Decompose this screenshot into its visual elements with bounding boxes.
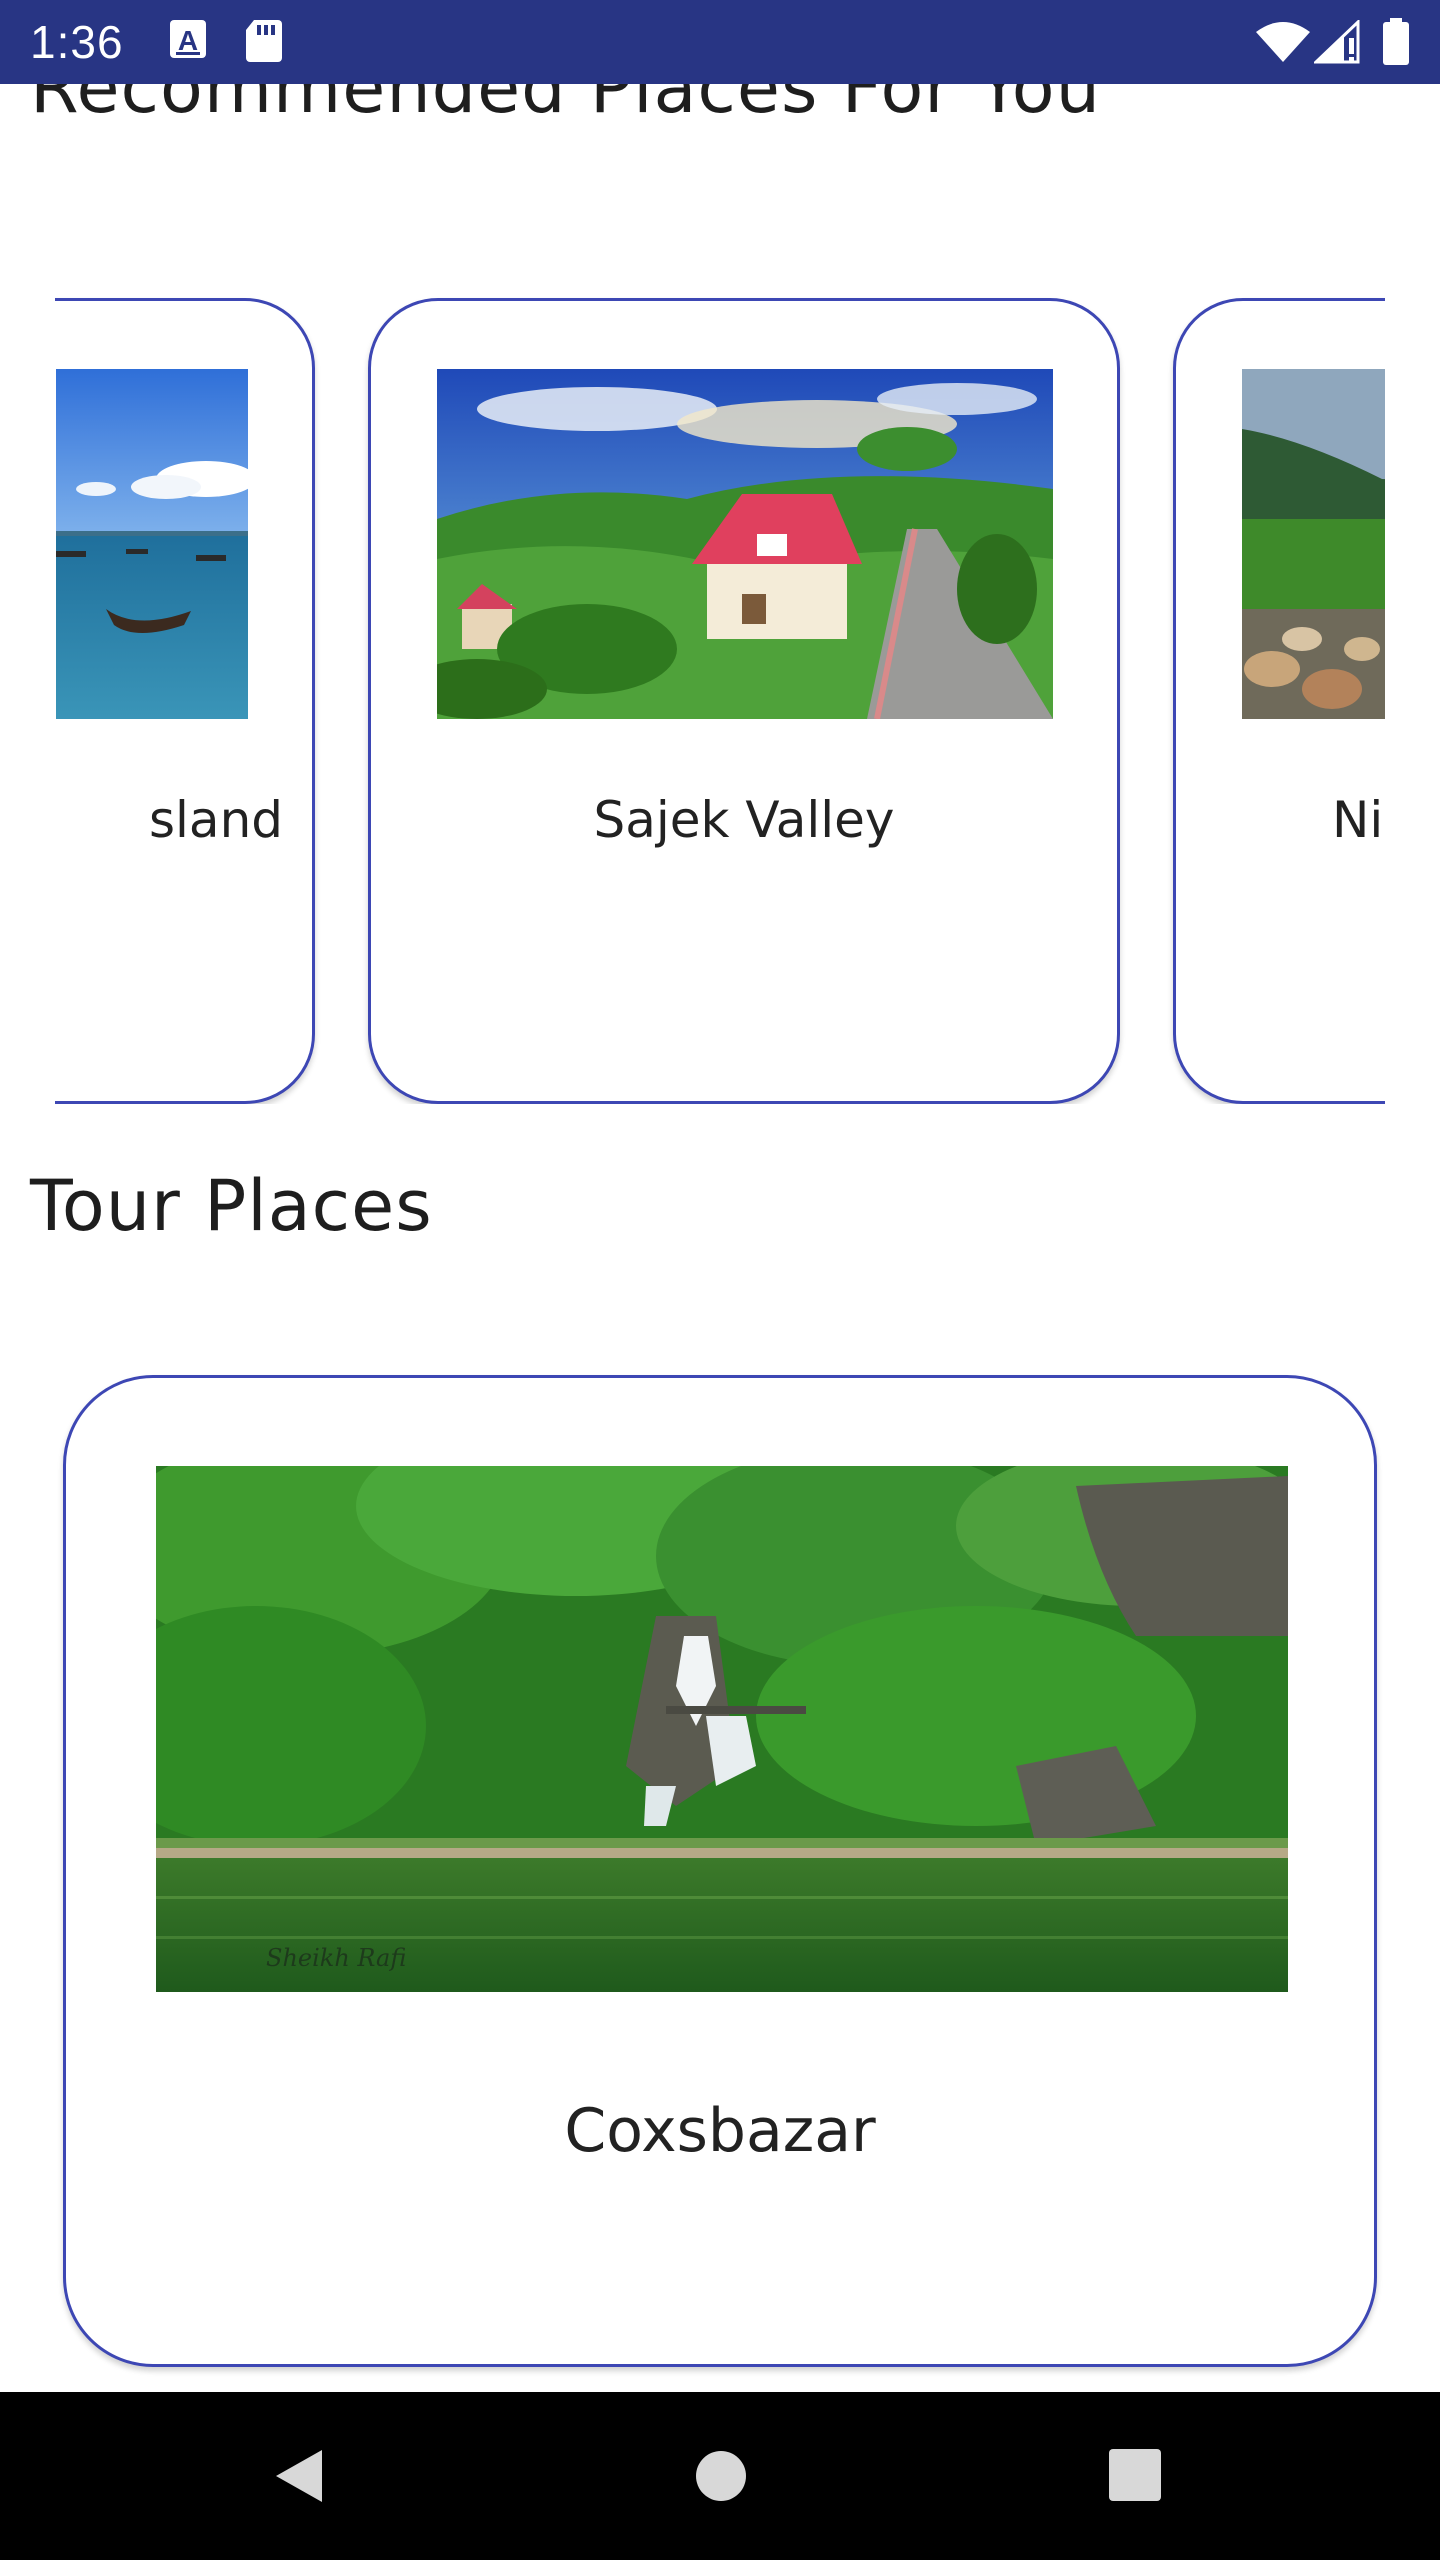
status-bar: 1:36 A [0, 0, 1440, 84]
photo-watermark: Sheikh Rafi [266, 1944, 406, 1972]
sd-card-icon [244, 18, 284, 68]
wifi-icon [1254, 20, 1312, 68]
recents-icon[interactable] [1108, 2448, 1162, 2506]
navigation-bar [0, 2392, 1440, 2560]
tour-place-card-label: Coxsbazar [564, 2096, 876, 2166]
battery-icon [1382, 18, 1410, 70]
status-time: 1:36 [30, 16, 124, 68]
recommended-card-3[interactable]: Ni [1173, 298, 1385, 1104]
recommended-card-label: Ni [1332, 791, 1384, 849]
back-icon[interactable] [272, 2446, 328, 2510]
recommended-carousel[interactable]: sland Sajek Valley Ni [55, 204, 1385, 1104]
recommended-card-label: Sajek Valley [593, 791, 895, 849]
recommended-card-1[interactable]: sland [55, 298, 315, 1104]
boats-sea-photo [56, 369, 248, 719]
font-a-icon: A [168, 18, 210, 66]
cell-signal-icon [1312, 18, 1360, 68]
recommended-card-label: sland [148, 791, 283, 849]
svg-text:A: A [178, 25, 198, 56]
tour-place-card[interactable]: Sheikh Rafi Coxsbazar [63, 1375, 1377, 2367]
rocky-river-forest-photo [1242, 369, 1385, 719]
red-roof-house-hill-photo [437, 369, 1053, 719]
tour-places-section-title: Tour Places [30, 1165, 433, 1247]
waterfall-lake-forest-photo: Sheikh Rafi [156, 1466, 1288, 1992]
scroll-content[interactable]: Recommended Places For You sland Sajek V… [0, 84, 1440, 2392]
recommended-card-2[interactable]: Sajek Valley [368, 298, 1120, 1104]
recommended-section-title: Recommended Places For You [30, 84, 1101, 129]
home-icon[interactable] [695, 2450, 747, 2506]
